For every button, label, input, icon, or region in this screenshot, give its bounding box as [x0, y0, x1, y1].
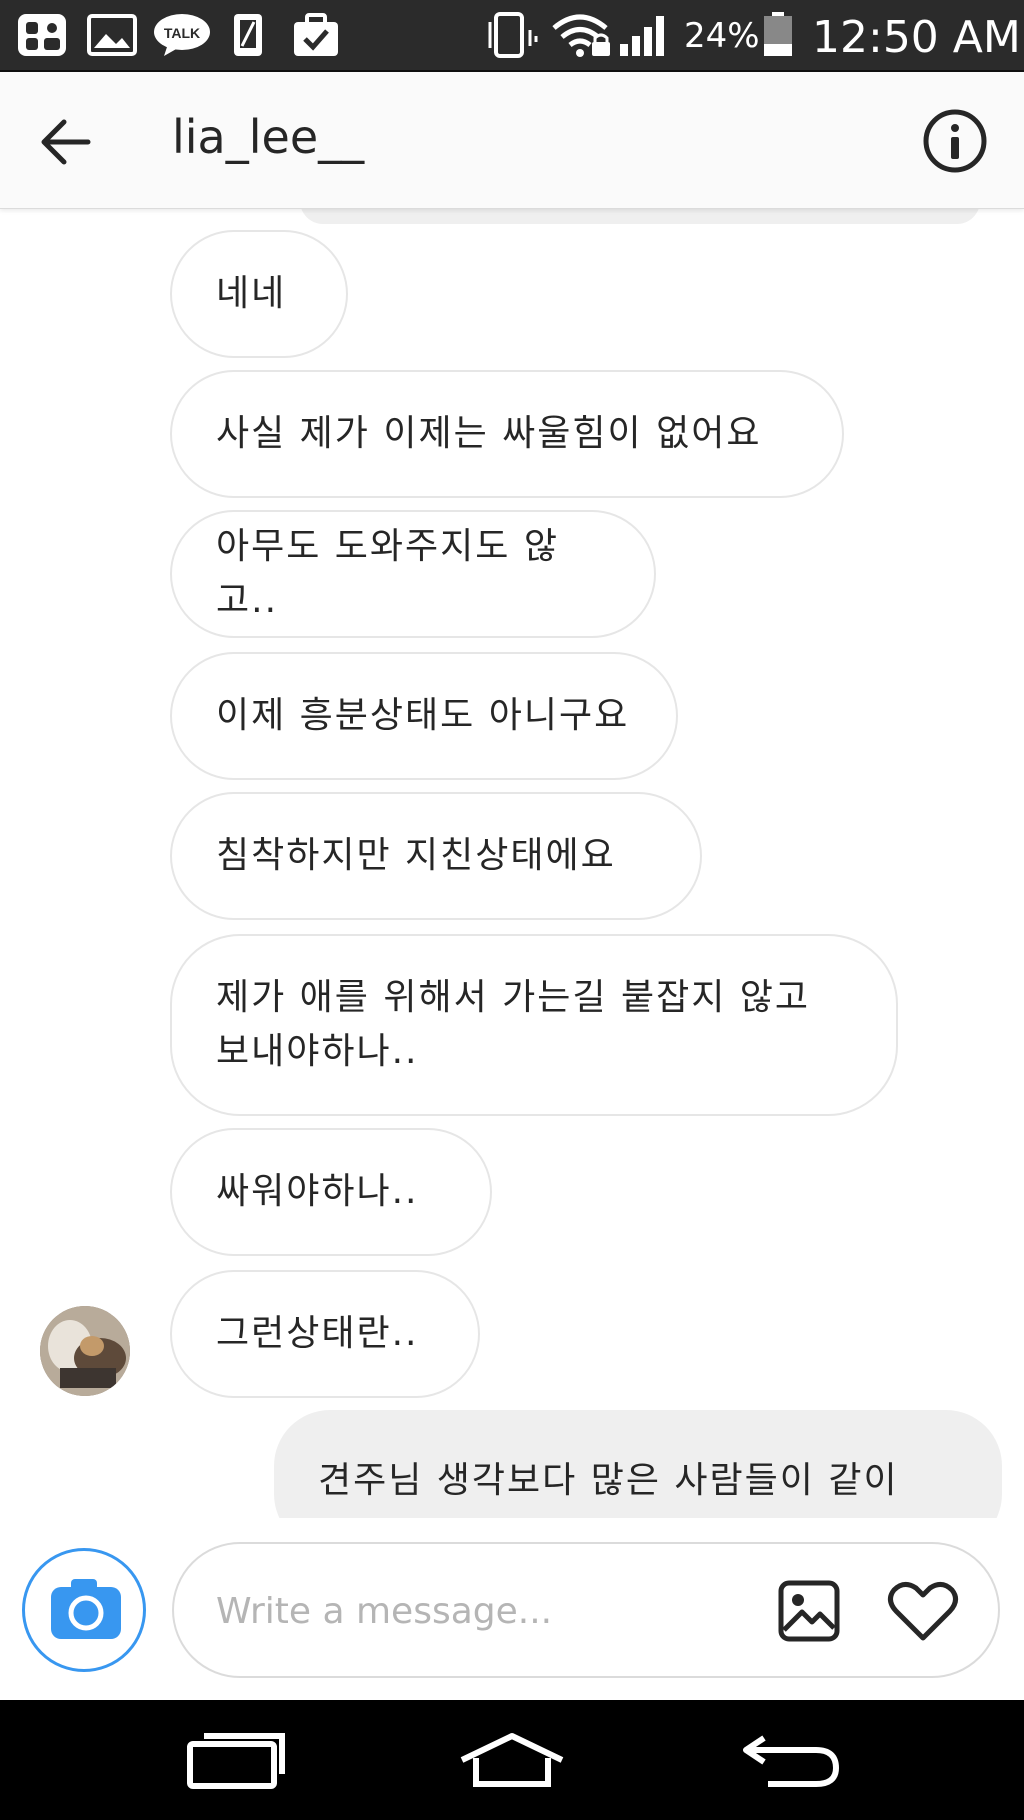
info-icon[interactable]: [920, 106, 990, 176]
message-input[interactable]: [214, 1582, 698, 1640]
message-bubble[interactable]: 네네: [170, 230, 348, 358]
message-bubble[interactable]: 제가 애를 위해서 가는길 붙잡지 않고 보내야하나..: [170, 934, 898, 1116]
message-text-line: 보내야하나..: [216, 1031, 419, 1072]
phone-icon: [234, 14, 262, 56]
previous-message-bubble: [300, 208, 980, 224]
message-text: 사실 제가 이제는 싸울힘이 없어요: [216, 413, 762, 454]
message-bubble[interactable]: 그런상태란..: [170, 1270, 480, 1398]
svg-text:TALK: TALK: [164, 25, 200, 41]
battery-icon: [764, 12, 792, 56]
outgoing-message-bubble[interactable]: 견주님 생각보다 많은 사람들이 같이: [274, 1410, 1002, 1518]
conversation-header: lia_lee__: [0, 72, 1024, 209]
message-text: 견주님 생각보다 많은 사람들이 같이: [318, 1460, 899, 1501]
message-text: 침착하지만 지친상태에요: [216, 835, 616, 876]
message-bubble[interactable]: 싸워야하나..: [170, 1128, 492, 1256]
message-thread[interactable]: 네네 사실 제가 이제는 싸울힘이 없어요 아무도 도와주지도 않고.. 이제 …: [0, 208, 1024, 1518]
message-bubble[interactable]: 아무도 도와주지도 않고..: [170, 510, 656, 638]
status-bar: TALK 24% 12:50 AM: [0, 0, 1024, 72]
message-text: 이제 흥분상태도 아니구요: [216, 695, 630, 736]
home-icon[interactable]: [456, 1730, 568, 1790]
navigation-bar: [0, 1700, 1024, 1820]
message-text: 네네: [216, 273, 287, 314]
camera-button[interactable]: [22, 1548, 146, 1672]
camera-icon: [51, 1579, 121, 1639]
message-bubble[interactable]: 침착하지만 지친상태에요: [170, 792, 702, 920]
message-bubble[interactable]: 이제 흥분상태도 아니구요: [170, 652, 678, 780]
message-composer: [0, 1518, 1024, 1700]
message-text: 그런상태란..: [216, 1313, 419, 1354]
wifi-lock-icon: [552, 14, 610, 57]
arrow-left-icon[interactable]: [34, 108, 102, 176]
briefcase-check-icon: [294, 13, 338, 56]
battery-percent: 24%: [684, 16, 760, 56]
heart-icon[interactable]: [886, 1578, 960, 1644]
message-text: 싸워야하나..: [216, 1171, 419, 1212]
vibrate-icon: [488, 12, 538, 58]
recent-apps-icon[interactable]: [184, 1730, 288, 1790]
message-bubble[interactable]: 사실 제가 이제는 싸울힘이 없어요: [170, 370, 844, 498]
avatar-image: [40, 1306, 130, 1396]
back-icon[interactable]: [738, 1730, 842, 1790]
gallery-icon: [87, 14, 137, 56]
message-text-line: 제가 애를 위해서 가는길 붙잡지 않고: [216, 977, 811, 1018]
message-input-wrapper: [172, 1542, 1000, 1678]
kakaotalk-icon: TALK: [154, 14, 210, 56]
clock: 12:50 AM: [812, 12, 1021, 63]
conversation-title[interactable]: lia_lee__: [172, 110, 364, 164]
message-text: 아무도 도와주지도 않고..: [216, 526, 559, 621]
image-icon[interactable]: [776, 1578, 842, 1644]
profile-app-icon: [18, 14, 66, 56]
signal-icon: [620, 16, 664, 56]
avatar[interactable]: [40, 1306, 130, 1396]
